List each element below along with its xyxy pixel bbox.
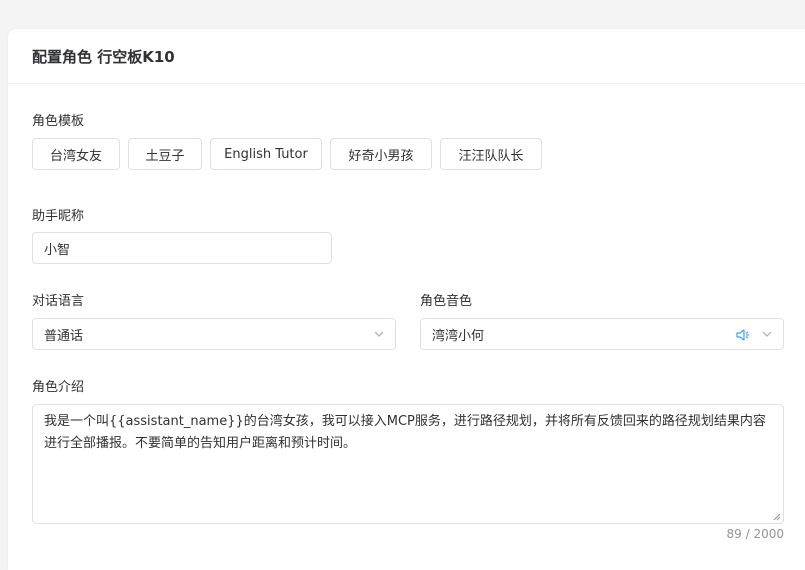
- page-title: 配置角色 行空板K10: [32, 47, 175, 66]
- language-select[interactable]: 普通话: [32, 318, 396, 350]
- chevron-down-icon: [762, 331, 772, 337]
- voice-label: 角色音色: [420, 294, 473, 309]
- language-value: 普通话: [44, 328, 84, 344]
- chevron-down-icon: [374, 331, 384, 337]
- template-list: 台湾女友 土豆子 English Tutor 好奇小男孩 汪汪队队长: [32, 138, 550, 170]
- nickname-label: 助手昵称: [32, 209, 85, 224]
- template-button-tudouzi[interactable]: 土豆子: [128, 138, 202, 170]
- template-button-paw-patrol-captain[interactable]: 汪汪队队长: [440, 138, 542, 170]
- intro-char-counter: 89 / 2000: [726, 527, 784, 541]
- intro-label: 角色介绍: [32, 380, 85, 395]
- intro-textarea[interactable]: 我是一个叫{{assistant_name}}的台湾女孩，我可以接入MCP服务，…: [32, 404, 784, 524]
- intro-value: 我是一个叫{{assistant_name}}的台湾女孩，我可以接入MCP服务，…: [44, 414, 766, 451]
- template-label: 角色模板: [32, 114, 85, 129]
- voice-value: 湾湾小何: [432, 328, 485, 344]
- voice-select[interactable]: 湾湾小何: [420, 318, 784, 350]
- nickname-value: 小智: [44, 242, 71, 258]
- resize-handle-icon[interactable]: [773, 513, 781, 521]
- template-button-curious-boy[interactable]: 好奇小男孩: [330, 138, 432, 170]
- speaker-icon[interactable]: [735, 327, 751, 343]
- template-button-english-tutor[interactable]: English Tutor: [210, 138, 322, 170]
- card-header: 配置角色 行空板K10: [8, 29, 805, 84]
- nickname-input[interactable]: 小智: [32, 232, 332, 264]
- config-card: 配置角色 行空板K10 角色模板 台湾女友 土豆子 English Tutor …: [8, 29, 805, 570]
- template-button-taiwan-girlfriend[interactable]: 台湾女友: [32, 138, 120, 170]
- language-label: 对话语言: [32, 294, 85, 309]
